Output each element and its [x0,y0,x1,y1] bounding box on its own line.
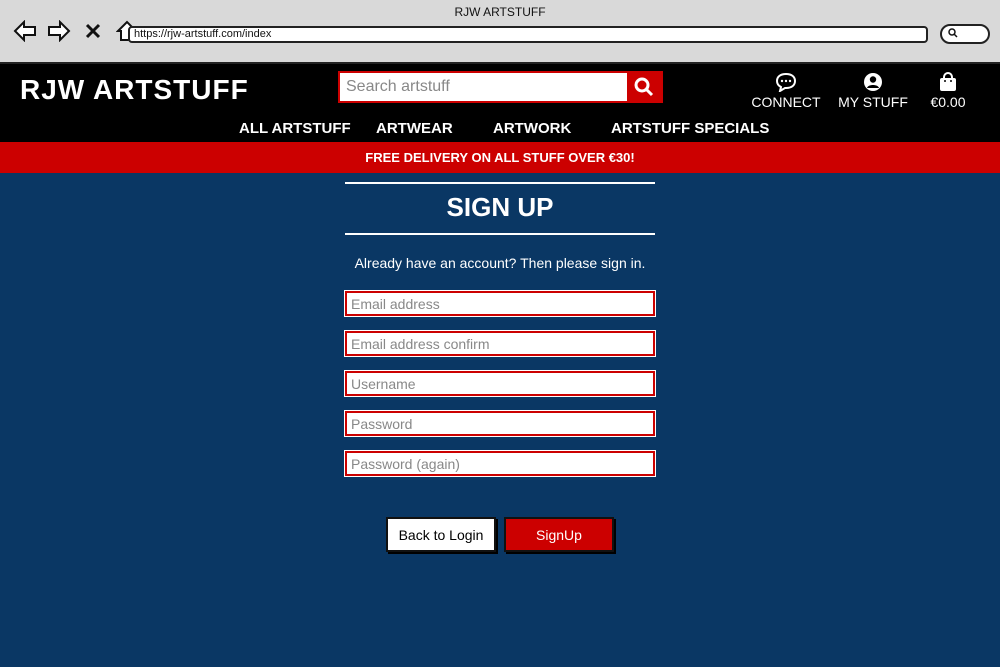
search-icon [634,77,654,97]
user-icon [837,72,909,92]
password-field[interactable] [345,411,655,436]
main-menu: ALL ARTSTUFF ARTWEAR ARTWORK ARTSTUFF SP… [0,118,1000,142]
browser-chrome: RJW ARTSTUFF https://rjw-artstuff.com/in… [0,0,1000,64]
search-icon [948,28,958,41]
browser-search[interactable] [940,24,990,44]
shopping-bag-icon [925,72,971,92]
my-stuff-label: MY STUFF [838,94,908,110]
address-bar[interactable]: https://rjw-artstuff.com/index [128,26,928,43]
cart-link[interactable]: €0.00 [925,72,971,110]
site-logo[interactable]: RJW ARTSTUFF [20,74,249,106]
username-field[interactable] [345,371,655,396]
site-search [338,71,663,103]
connect-link[interactable]: CONNECT [750,72,822,110]
sign-in-prompt[interactable]: Already have an account? Then please sig… [300,255,700,271]
menu-item-all-artstuff[interactable]: ALL ARTSTUFF [239,120,351,137]
back-arrow-icon[interactable] [12,18,38,44]
cart-total: €0.00 [930,94,966,110]
browser-nav [12,18,140,44]
password-again-field[interactable] [345,451,655,476]
menu-item-artwork[interactable]: ARTWORK [493,120,571,137]
email-field[interactable] [345,291,655,316]
signup-button[interactable]: SignUp [504,517,614,552]
browser-title: RJW ARTSTUFF [454,5,546,19]
delivery-banner: FREE DELIVERY ON ALL STUFF OVER €30! [0,142,1000,173]
close-icon[interactable] [80,18,106,44]
search-input[interactable] [340,73,627,101]
title-divider-top [345,182,655,184]
connect-label: CONNECT [751,94,821,110]
back-to-login-button[interactable]: Back to Login [386,517,496,552]
title-divider-bottom [345,233,655,235]
page-title: SIGN UP [446,192,554,222]
chat-icon [750,72,822,94]
site-header: RJW ARTSTUFF CONNECT MY STUFF €0.00 ALL … [0,64,1000,142]
search-button[interactable] [627,73,661,101]
my-stuff-link[interactable]: MY STUFF [837,72,909,110]
menu-item-artstuff-specials[interactable]: ARTSTUFF SPECIALS [611,120,769,137]
menu-item-artwear[interactable]: ARTWEAR [376,120,453,137]
email-confirm-field[interactable] [345,331,655,356]
forward-arrow-icon[interactable] [46,18,72,44]
